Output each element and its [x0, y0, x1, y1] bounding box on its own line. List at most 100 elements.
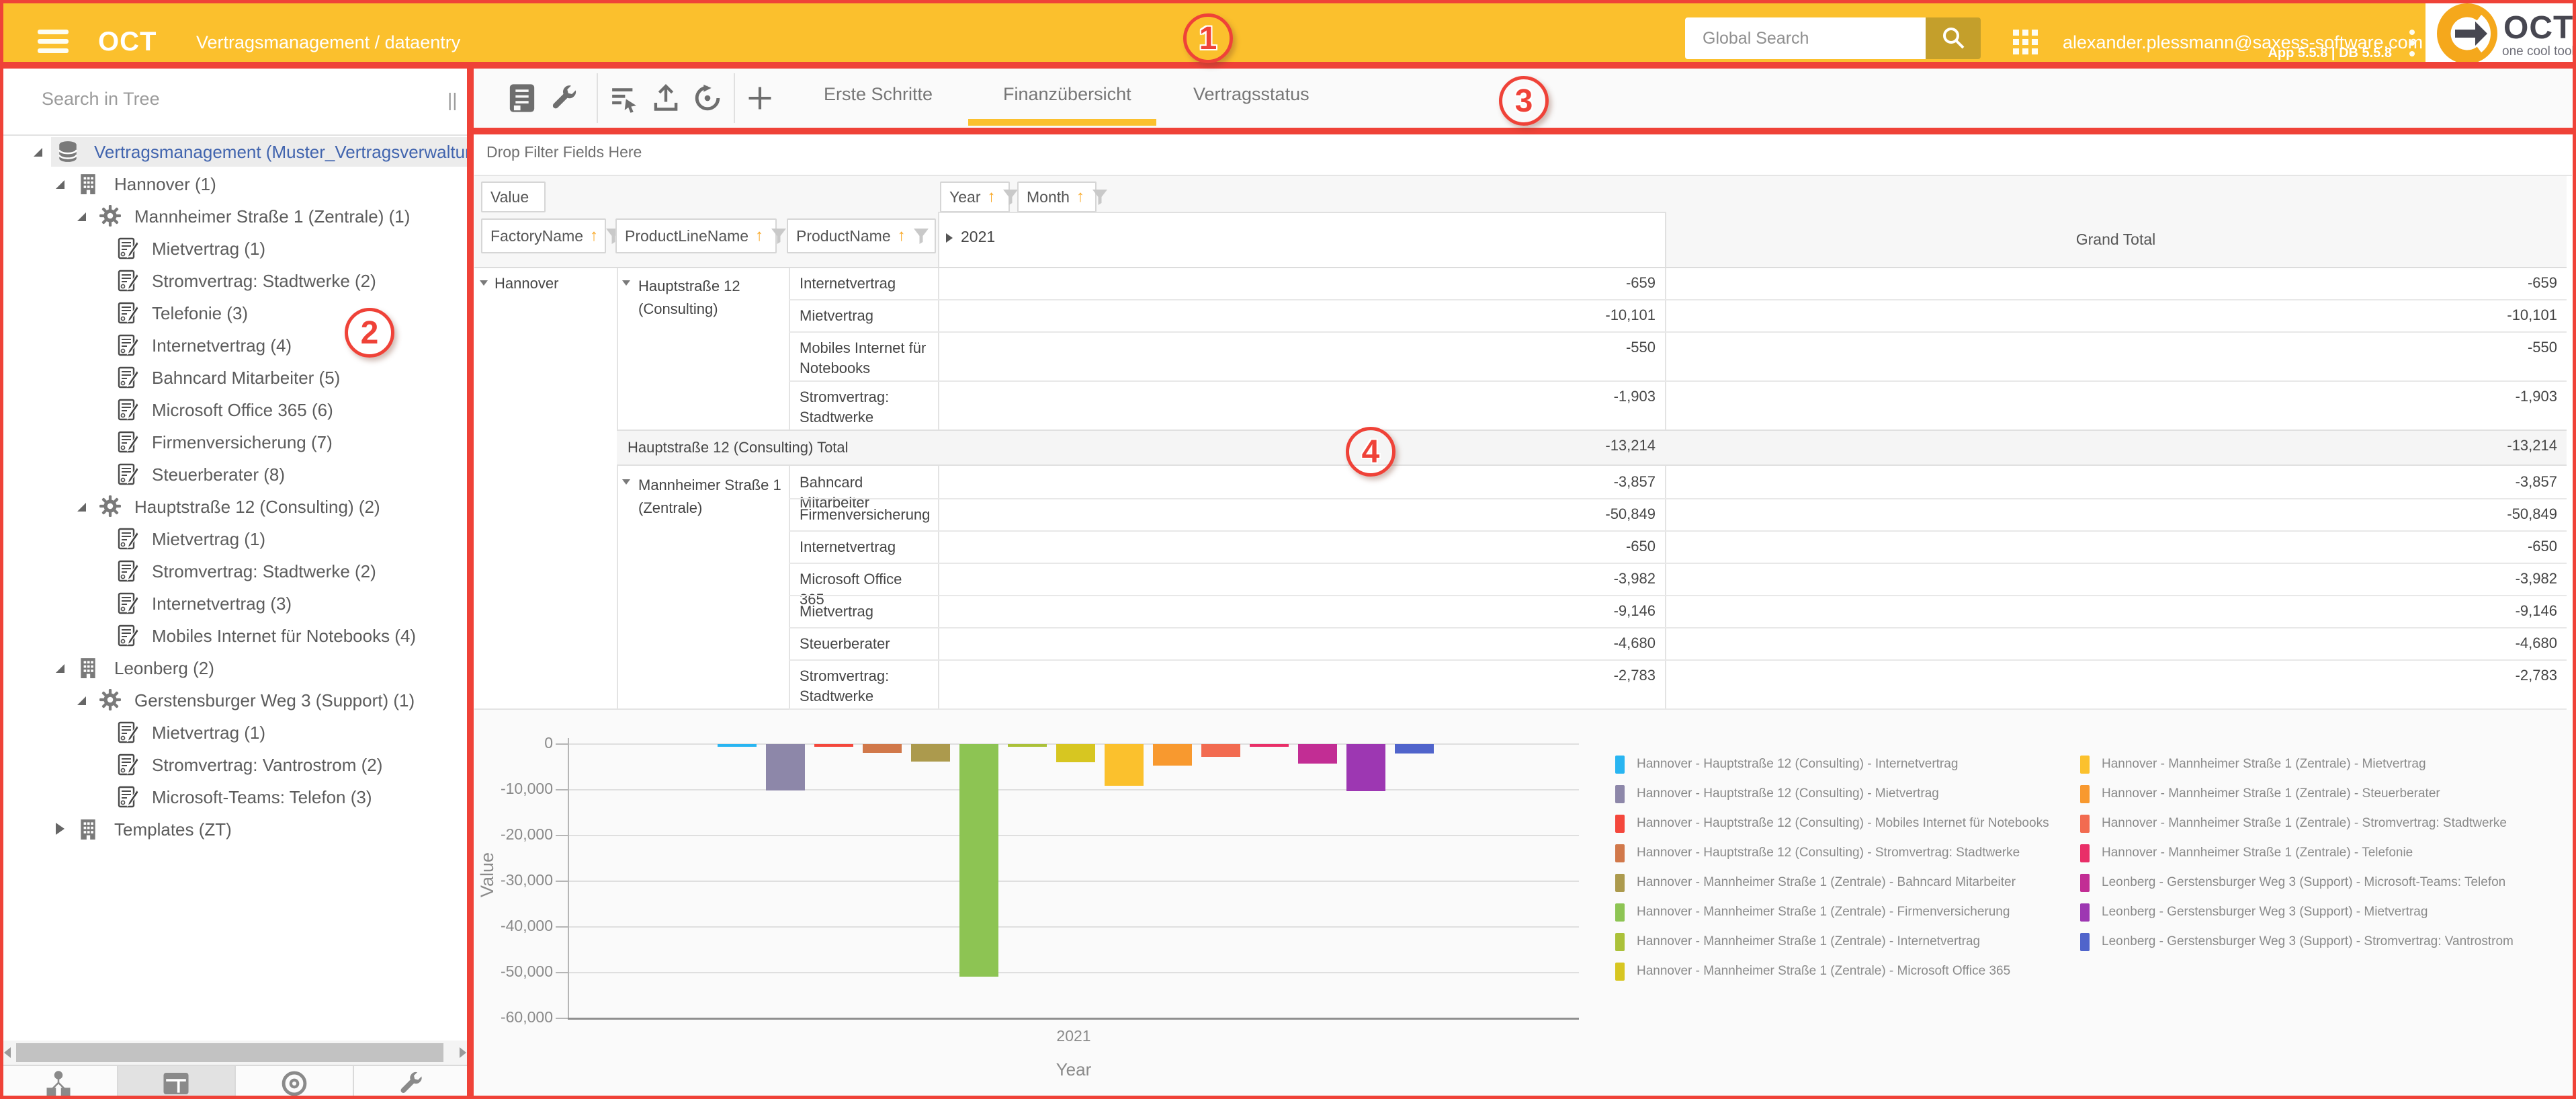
grand-total-cell[interactable]: -2,783 [1665, 659, 2557, 692]
history-icon[interactable] [691, 81, 724, 115]
sort-ascending-icon[interactable]: ↑ [1076, 188, 1084, 206]
legend-swatch[interactable] [2080, 844, 2090, 862]
value-2021-cell[interactable]: -650 [938, 530, 1656, 563]
tab-erste-schritte[interactable]: Erste Schritte [824, 84, 933, 105]
tree-search-input[interactable] [8, 79, 425, 119]
legend-swatch[interactable] [1615, 903, 1625, 922]
sort-ascending-icon[interactable]: ↑ [987, 188, 995, 206]
grand-total-cell[interactable]: -650 [1665, 530, 2557, 563]
tree-item-leonberg-2[interactable]: Leonberg (2) [0, 652, 470, 684]
legend-swatch[interactable] [1615, 874, 1625, 892]
legend-swatch[interactable] [1615, 844, 1625, 862]
chart-bar[interactable] [863, 744, 902, 753]
value-2021-cell[interactable]: -3,982 [938, 563, 1656, 595]
collapse-row-icon[interactable] [480, 280, 488, 286]
row-field-chip-productlinename[interactable]: ProductLineName↑ [615, 218, 777, 253]
value-2021-cell[interactable]: -550 [938, 331, 1656, 364]
value-2021-cell[interactable]: -4,680 [938, 627, 1656, 659]
legend-swatch[interactable] [2080, 785, 2090, 803]
grand-total-cell[interactable]: -50,849 [1665, 498, 2557, 530]
grand-total-cell[interactable]: -13,214 [1665, 430, 2557, 462]
grand-total-cell[interactable]: -10,101 [1665, 299, 2557, 331]
chart-bar[interactable] [814, 744, 853, 747]
tree-item-vertragsmanagement-muster-vertragsverwaltung[interactable]: Vertragsmanagement (Muster_Vertragsverwa… [0, 136, 470, 168]
tree-item-telefonie-3[interactable]: Telefonie (3) [0, 297, 470, 329]
chart-bar[interactable] [1250, 744, 1289, 747]
filter-drop-zone[interactable]: Drop Filter Fields Here [474, 132, 2572, 176]
chart-bar[interactable] [1395, 744, 1434, 754]
product-name-cell[interactable]: Mietvertrag [800, 602, 929, 622]
export-icon[interactable] [649, 81, 683, 115]
tree-item-firmenversicherung-7[interactable]: Firmenversicherung (7) [0, 426, 470, 458]
product-name-cell[interactable]: Firmenversicherung [800, 505, 929, 525]
tree-expanded-icon[interactable] [77, 503, 86, 512]
value-2021-cell[interactable]: -13,214 [938, 430, 1656, 462]
collapse-row-icon[interactable] [622, 479, 630, 485]
value-2021-cell[interactable]: -50,849 [938, 498, 1656, 530]
chart-bar[interactable] [1153, 744, 1192, 766]
chart-bar[interactable] [959, 744, 998, 977]
app-grid-icon[interactable] [2013, 30, 2038, 55]
tree-item-stromvertrag-stadtwerke-2[interactable]: Stromvertrag: Stadtwerke (2) [0, 265, 470, 297]
grand-total-cell[interactable]: -659 [1665, 267, 2557, 299]
legend-swatch[interactable] [1615, 815, 1625, 833]
legend-swatch[interactable] [2080, 933, 2090, 951]
grand-total-cell[interactable]: -4,680 [1665, 627, 2557, 659]
tab-vertragsstatus[interactable]: Vertragsstatus [1193, 84, 1310, 105]
filter-funnel-icon[interactable] [912, 227, 930, 245]
product-name-cell[interactable]: Steuerberater [800, 634, 929, 654]
tree-item-templates-zt[interactable]: Templates (ZT) [0, 813, 470, 846]
column-field-chip-month[interactable]: Month↑ [1017, 181, 1097, 212]
tree-item-steuerberater-8[interactable]: Steuerberater (8) [0, 458, 470, 491]
product-line-cell[interactable]: Mannheimer Straße 1(Zentrale) [617, 466, 789, 708]
chart-bar[interactable] [718, 744, 757, 747]
product-name-cell[interactable]: Mietvertrag [800, 306, 929, 326]
tree-item-gerstensburger-weg-3-support-1[interactable]: Gerstensburger Weg 3 (Support) (1) [0, 684, 470, 717]
product-name-cell[interactable]: Internetvertrag [800, 274, 929, 294]
factory-cell[interactable]: Hannover [474, 267, 617, 708]
sidebar-tab-layout[interactable] [118, 1066, 237, 1099]
grand-total-cell[interactable]: -3,857 [1665, 466, 2557, 498]
grand-total-cell[interactable]: -3,982 [1665, 563, 2557, 595]
legend-swatch[interactable] [2080, 756, 2090, 774]
value-2021-cell[interactable]: -1,903 [938, 380, 1656, 413]
panel-collapse-handle[interactable]: || [447, 89, 458, 110]
sidebar-tab-visibility[interactable] [236, 1066, 354, 1099]
value-2021-cell[interactable]: -659 [938, 267, 1656, 299]
chart-bar[interactable] [1201, 744, 1240, 757]
sort-ascending-icon[interactable]: ↑ [590, 227, 598, 245]
chart-bar[interactable] [1056, 744, 1095, 762]
report-panel-icon[interactable] [505, 81, 539, 115]
sort-ascending-icon[interactable]: ↑ [898, 227, 906, 245]
global-search-input[interactable] [1685, 17, 1926, 59]
collapse-row-icon[interactable] [622, 280, 630, 286]
tree-item-stromvertrag-stadtwerke-2[interactable]: Stromvertrag: Stadtwerke (2) [0, 555, 470, 587]
expand-column-icon[interactable] [946, 233, 953, 243]
tree-expanded-icon[interactable] [56, 180, 65, 189]
grand-total-cell[interactable]: -1,903 [1665, 380, 2557, 413]
value-2021-cell[interactable]: -10,101 [938, 299, 1656, 331]
legend-swatch[interactable] [2080, 815, 2090, 833]
chart-bar[interactable] [911, 744, 950, 762]
tree-expanded-icon[interactable] [56, 664, 65, 673]
filter-funnel-icon[interactable] [770, 227, 787, 245]
scroll-right-icon[interactable] [460, 1047, 466, 1058]
row-field-chip-productname[interactable]: ProductName↑ [787, 218, 936, 253]
tree-item-mannheimer-stra-e-1-zentrale-1[interactable]: Mannheimer Straße 1 (Zentrale) (1) [0, 200, 470, 233]
scroll-left-icon[interactable] [4, 1047, 11, 1058]
grand-total-cell[interactable]: -9,146 [1665, 595, 2557, 627]
legend-swatch[interactable] [1615, 756, 1625, 774]
tree-item-mietvertrag-1[interactable]: Mietvertrag (1) [0, 717, 470, 749]
global-search-button[interactable] [1926, 17, 1981, 59]
chart-bar[interactable] [1346, 744, 1385, 791]
legend-swatch[interactable] [2080, 903, 2090, 922]
tree-item-mobiles-internet-f-r-notebooks-4[interactable]: Mobiles Internet für Notebooks (4) [0, 620, 470, 652]
chart-bar[interactable] [1008, 744, 1047, 747]
chart-bar[interactable] [766, 744, 805, 790]
settings-wrench-icon[interactable] [548, 81, 582, 115]
tree-item-microsoft-teams-telefon-3[interactable]: Microsoft-Teams: Telefon (3) [0, 781, 470, 813]
product-name-cell[interactable]: Mobiles Internet für Notebooks [800, 338, 929, 378]
tree-item-bahncard-mitarbeiter-5[interactable]: Bahncard Mitarbeiter (5) [0, 362, 470, 394]
chart-bar[interactable] [1105, 744, 1144, 786]
legend-swatch[interactable] [1615, 933, 1625, 951]
